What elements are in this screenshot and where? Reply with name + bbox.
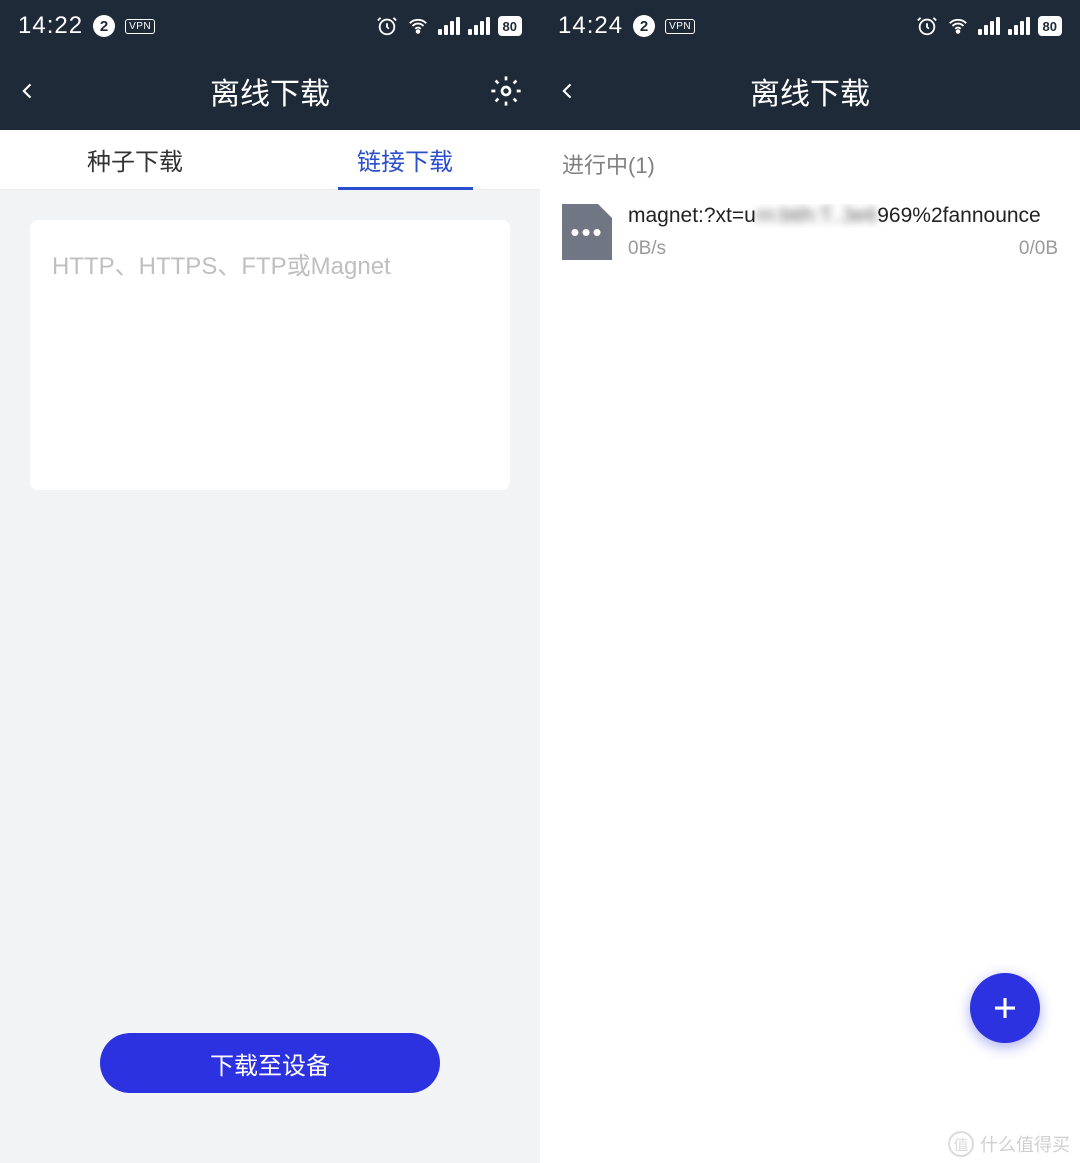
download-to-device-button[interactable]: 下载至设备 bbox=[100, 1033, 440, 1093]
file-icon: ••• bbox=[562, 204, 612, 260]
back-button[interactable] bbox=[18, 75, 58, 107]
nav-bar: 离线下载 bbox=[540, 52, 1080, 130]
watermark: 值 什么值得买 bbox=[948, 1131, 1070, 1157]
gear-icon bbox=[490, 75, 522, 107]
watermark-logo-icon: 值 bbox=[948, 1131, 974, 1157]
notification-count-badge: 2 bbox=[93, 15, 115, 37]
chevron-left-icon bbox=[18, 75, 38, 107]
url-input[interactable]: HTTP、HTTPS、FTP或Magnet bbox=[30, 220, 510, 490]
notification-count-badge: 2 bbox=[633, 15, 655, 37]
vpn-icon: VPN bbox=[665, 19, 695, 34]
tab-label: 种子下载 bbox=[87, 142, 183, 177]
page-title: 离线下载 bbox=[750, 69, 870, 113]
settings-button[interactable] bbox=[482, 75, 522, 107]
battery-icon: 80 bbox=[498, 16, 522, 36]
download-item[interactable]: ••• magnet:?xt=urn:btih:T..3e6969%2fanno… bbox=[540, 198, 1080, 266]
signal-icon bbox=[978, 17, 1000, 35]
status-bar: 14:24 2 VPN 80 bbox=[540, 0, 1080, 52]
download-speed: 0B/s bbox=[628, 238, 666, 260]
ellipsis-icon: ••• bbox=[570, 219, 603, 245]
status-bar: 14:22 2 VPN 80 bbox=[0, 0, 540, 52]
tab-bar: 种子下载 链接下载 bbox=[0, 130, 540, 190]
signal-icon-2 bbox=[1008, 17, 1030, 35]
status-time: 14:22 bbox=[18, 12, 83, 40]
input-placeholder: HTTP、HTTPS、FTP或Magnet bbox=[52, 246, 488, 281]
download-progress: 0/0B bbox=[1019, 238, 1058, 260]
section-in-progress: 进行中(1) bbox=[540, 130, 1080, 198]
signal-icon-2 bbox=[468, 17, 490, 35]
battery-icon: 80 bbox=[1038, 16, 1062, 36]
watermark-text: 什么值得买 bbox=[980, 1131, 1070, 1157]
page-title: 离线下载 bbox=[210, 69, 330, 113]
tab-label: 链接下载 bbox=[357, 142, 453, 177]
tab-seed-download[interactable]: 种子下载 bbox=[0, 130, 270, 189]
chevron-left-icon bbox=[558, 75, 578, 107]
vpn-icon: VPN bbox=[125, 19, 155, 34]
wifi-icon bbox=[406, 15, 430, 37]
nav-bar: 离线下载 bbox=[0, 52, 540, 130]
tab-link-download[interactable]: 链接下载 bbox=[270, 130, 540, 189]
download-item-title: magnet:?xt=urn:btih:T..3e6969%2fannounce bbox=[628, 204, 1058, 228]
back-button[interactable] bbox=[558, 75, 598, 107]
plus-icon bbox=[990, 993, 1020, 1023]
signal-icon bbox=[438, 17, 460, 35]
alarm-icon bbox=[376, 15, 398, 37]
add-download-button[interactable] bbox=[970, 973, 1040, 1043]
status-time: 14:24 bbox=[558, 12, 623, 40]
wifi-icon bbox=[946, 15, 970, 37]
alarm-icon bbox=[916, 15, 938, 37]
